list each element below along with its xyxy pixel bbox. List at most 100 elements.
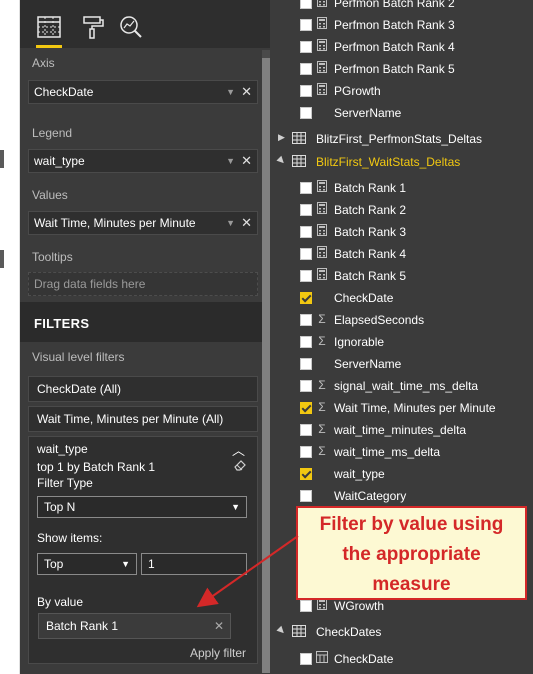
chevron-expanded-icon[interactable]: ▶: [275, 624, 288, 637]
field-name: Batch Rank 5: [334, 269, 407, 283]
chevron-down-icon[interactable]: ▼: [226, 212, 235, 234]
scrollbar-thumb[interactable]: [262, 58, 270, 673]
show-items-direction-dropdown[interactable]: Top ▼: [37, 553, 137, 575]
viz-toolbar: [20, 0, 270, 48]
field-checkbox[interactable]: [300, 292, 312, 304]
field-checkbox[interactable]: [300, 63, 312, 75]
table-waitstats[interactable]: ▶ BlitzFirst_WaitStats_Deltas: [270, 151, 533, 173]
field-checkbox[interactable]: [300, 85, 312, 97]
field-row[interactable]: Perfmon Batch Rank 2: [270, 0, 533, 14]
field-row[interactable]: ServerName: [270, 102, 533, 124]
field-row[interactable]: Σ Ignorable: [270, 331, 533, 353]
show-items-count-input[interactable]: 1: [141, 553, 247, 575]
filter-type-value: Top N: [44, 500, 76, 514]
chevron-right-icon[interactable]: ▶: [278, 132, 285, 143]
axis-field-well[interactable]: CheckDate ▼ ✕: [28, 80, 258, 104]
close-icon[interactable]: ✕: [241, 81, 252, 103]
field-checkbox[interactable]: [300, 424, 312, 436]
by-value-field: Batch Rank 1: [46, 619, 119, 633]
chevron-up-icon[interactable]: ︿: [232, 440, 245, 459]
blank-icon: [316, 466, 328, 480]
calculator-icon: [316, 224, 328, 238]
field-row[interactable]: Σsignal_wait_time_ms_delta: [270, 375, 533, 397]
field-checkbox[interactable]: [300, 358, 312, 370]
field-row[interactable]: WaitCategory: [270, 485, 533, 507]
field-row[interactable]: Batch Rank 5: [270, 265, 533, 287]
filters-header: FILTERS: [20, 302, 270, 342]
field-name: ServerName: [334, 106, 402, 120]
filter-type-dropdown[interactable]: Top N ▼: [37, 496, 247, 518]
field-row[interactable]: PGrowth: [270, 80, 533, 102]
field-row[interactable]: Batch Rank 3: [270, 221, 533, 243]
field-row[interactable]: Σ ElapsedSeconds: [270, 309, 533, 331]
field-checkbox[interactable]: [300, 490, 312, 502]
field-checkbox[interactable]: [300, 402, 312, 414]
field-checkbox[interactable]: [300, 226, 312, 238]
field-name: CheckDate: [334, 652, 394, 666]
field-checkbox[interactable]: [300, 0, 312, 9]
calculator-icon: [316, 268, 328, 282]
field-checkbox[interactable]: [300, 600, 312, 612]
calculator-icon: [316, 0, 328, 9]
analytics-magnifier-icon[interactable]: [118, 14, 144, 40]
field-row[interactable]: Σwait_time_ms_delta: [270, 441, 533, 463]
field-checkbox[interactable]: [300, 248, 312, 260]
field-name: Ignorable: [334, 335, 385, 349]
values-field-well[interactable]: Wait Time, Minutes per Minute ▼ ✕: [28, 211, 258, 235]
field-checkbox[interactable]: [300, 270, 312, 282]
field-checkbox[interactable]: [300, 182, 312, 194]
field-name: CheckDate: [334, 291, 394, 305]
fields-icon[interactable]: [36, 14, 62, 48]
field-row[interactable]: wait_type: [270, 463, 533, 485]
viz-pane-scrollbar[interactable]: [262, 50, 270, 673]
filter-card-wait-time[interactable]: Wait Time, Minutes per Minute (All): [28, 406, 258, 432]
close-icon[interactable]: ✕: [241, 150, 252, 172]
values-field-value: Wait Time, Minutes per Minute: [34, 216, 196, 230]
apply-filter-button[interactable]: Apply filter: [190, 646, 246, 660]
field-checkbox[interactable]: [300, 107, 312, 119]
table-checkdates[interactable]: ▶ CheckDates: [270, 621, 533, 643]
field-name: Batch Rank 1: [334, 181, 407, 195]
chevron-down-icon[interactable]: ▼: [226, 150, 235, 172]
calculator-icon: [316, 202, 328, 216]
field-checkbox[interactable]: [300, 653, 312, 665]
field-row[interactable]: Σwait_time_minutes_delta: [270, 419, 533, 441]
field-checkbox[interactable]: [300, 41, 312, 53]
field-checkbox[interactable]: [300, 314, 312, 326]
close-icon[interactable]: ✕: [214, 614, 224, 638]
field-checkbox[interactable]: [300, 446, 312, 458]
eraser-icon[interactable]: [233, 458, 247, 475]
field-row[interactable]: Perfmon Batch Rank 3: [270, 14, 533, 36]
field-name: WGrowth: [334, 599, 385, 613]
field-row[interactable]: Batch Rank 1: [270, 177, 533, 199]
field-name: Batch Rank 3: [334, 225, 407, 239]
legend-label: Legend: [32, 126, 73, 140]
filter-card-checkdate[interactable]: CheckDate (All): [28, 376, 258, 402]
tooltips-drop-zone[interactable]: Drag data fields here: [28, 272, 258, 296]
field-row[interactable]: Batch Rank 2: [270, 199, 533, 221]
callout-line: Filter by value using: [319, 514, 504, 535]
field-row[interactable]: CheckDate: [270, 287, 533, 309]
sigma-icon: Σ: [318, 422, 326, 436]
chevron-expanded-icon[interactable]: ▶: [275, 154, 288, 167]
legend-field-value: wait_type: [34, 154, 85, 168]
legend-field-well[interactable]: wait_type ▼ ✕: [28, 149, 258, 173]
field-row[interactable]: ServerName: [270, 353, 533, 375]
close-icon[interactable]: ✕: [241, 212, 252, 234]
field-row[interactable]: CheckDate: [270, 648, 533, 670]
chevron-down-icon[interactable]: ▼: [226, 81, 235, 103]
field-checkbox[interactable]: [300, 336, 312, 348]
field-name: Perfmon Batch Rank 2: [334, 0, 455, 10]
format-paint-roller-icon[interactable]: [80, 14, 106, 40]
field-row[interactable]: Σ Wait Time, Minutes per Minute: [270, 397, 533, 419]
field-checkbox[interactable]: [300, 204, 312, 216]
by-value-field-well[interactable]: Batch Rank 1 ✕: [38, 613, 231, 639]
field-name: Perfmon Batch Rank 5: [334, 62, 455, 76]
field-row[interactable]: Perfmon Batch Rank 4: [270, 36, 533, 58]
field-checkbox[interactable]: [300, 468, 312, 480]
table-perfmonstats[interactable]: ▶ BlitzFirst_PerfmonStats_Deltas: [270, 128, 533, 150]
field-row[interactable]: Perfmon Batch Rank 5: [270, 58, 533, 80]
field-row[interactable]: Batch Rank 4: [270, 243, 533, 265]
field-checkbox[interactable]: [300, 19, 312, 31]
field-checkbox[interactable]: [300, 380, 312, 392]
